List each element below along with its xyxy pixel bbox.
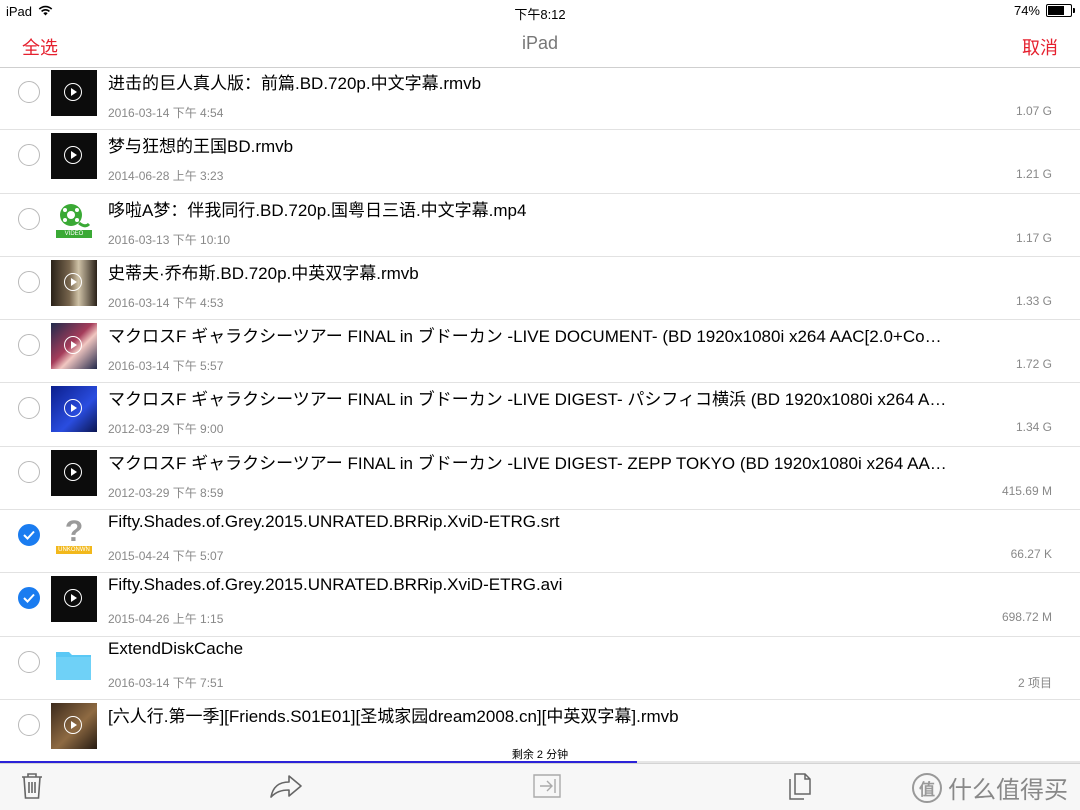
play-icon xyxy=(64,715,82,734)
checkmark-icon xyxy=(23,594,35,604)
cancel-button[interactable]: 取消 xyxy=(1022,34,1058,60)
file-size: 1.33 G xyxy=(1015,293,1052,308)
file-type-badge: UNKONWN xyxy=(58,547,90,554)
file-size: 415.69 M xyxy=(1001,483,1052,498)
file-date: 2016-03-13 下午 10:10 xyxy=(108,232,231,247)
list-item[interactable]: 进击的巨人真人版：前篇.BD.720p.中文字幕.rmvb 2016-03-14… xyxy=(0,67,1080,131)
file-date: 2016-03-14 下午 4:53 xyxy=(108,295,224,310)
move-icon[interactable] xyxy=(532,772,562,805)
list-item[interactable]: マクロスF ギャラクシーツアー FINAL in ブドーカン -LIVE DIG… xyxy=(0,447,1080,511)
file-size: 1.21 G xyxy=(1015,167,1052,182)
list-item[interactable]: 史蒂夫·乔布斯.BD.720p.中英双字幕.rmvb 2016-03-14 下午… xyxy=(0,257,1080,321)
list-item[interactable]: ? UNKONWN Fifty.Shades.of.Grey.2015.UNRAT… xyxy=(0,510,1080,574)
file-date: 2016-03-14 下午 4:54 xyxy=(108,106,224,120)
progress-text: 剩余 2 分钟 xyxy=(511,749,569,761)
play-icon xyxy=(64,146,82,165)
file-size: 2 项目 xyxy=(1017,675,1052,690)
file-date: 2015-04-26 上午 1:15 xyxy=(108,612,224,627)
file-date: 2016-03-14 下午 5:57 xyxy=(108,359,224,374)
status-time: 下午8:12 xyxy=(514,7,566,22)
watermark: 值 什么值得买 xyxy=(912,770,1068,805)
battery-icon xyxy=(1046,4,1075,17)
file-thumbnail xyxy=(51,259,97,306)
file-date: 2015-04-24 下午 5:07 xyxy=(108,549,224,564)
file-thumbnail: VIDEO xyxy=(51,197,97,243)
selection-checkbox[interactable] xyxy=(18,460,40,483)
file-size: 698.72 M xyxy=(1001,610,1052,625)
file-name: マクロスF ギャラクシーツアー FINAL in ブドーカン -LIVE DIG… xyxy=(108,390,947,410)
file-size: 1.72 G xyxy=(1015,357,1052,372)
list-item[interactable]: Fifty.Shades.of.Grey.2015.UNRATED.BRRip.… xyxy=(0,573,1080,637)
file-thumbnail xyxy=(51,449,97,496)
selection-checkbox[interactable] xyxy=(18,524,40,547)
page-title: iPad xyxy=(521,33,559,53)
selection-checkbox[interactable] xyxy=(18,81,40,103)
status-bar: iPad 下午8:12 74% xyxy=(0,0,1080,22)
file-name: 梦与狂想的王国BD.rmvb xyxy=(108,137,294,157)
selection-checkbox[interactable] xyxy=(18,270,40,293)
file-date: 2014-06-28 上午 3:23 xyxy=(108,169,224,184)
play-icon xyxy=(64,83,82,101)
file-thumbnail xyxy=(51,640,97,686)
file-type-badge: VIDEO xyxy=(64,230,84,237)
selection-checkbox[interactable] xyxy=(18,397,40,420)
watermark-text: 什么值得买 xyxy=(948,777,1068,804)
file-thumbnail: ? UNKONWN xyxy=(51,513,97,559)
file-size: 66.27 K xyxy=(1010,547,1052,562)
file-size: 1.17 G xyxy=(1015,230,1052,245)
file-date: 2016-03-14 下午 7:51 xyxy=(108,675,224,690)
trash-icon[interactable] xyxy=(20,772,44,805)
file-size: 1.07 G xyxy=(1015,104,1052,118)
list-item[interactable]: ExtendDiskCache 2016-03-14 下午 7:51 2 项目 xyxy=(0,637,1080,700)
selection-checkbox[interactable] xyxy=(18,587,40,610)
file-name: [六人行.第一季][Friends.S01E01][圣城家园dream2008.… xyxy=(108,706,679,726)
play-icon xyxy=(64,589,82,608)
file-thumbnail xyxy=(51,576,97,623)
folder-icon xyxy=(56,651,91,680)
list-item[interactable]: マクロスF ギャラクシーツアー FINAL in ブドーカン -LIVE DIG… xyxy=(0,383,1080,447)
file-thumbnail xyxy=(51,323,97,370)
list-item[interactable]: マクロスF ギャラクシーツアー FINAL in ブドーカン -LIVE DOC… xyxy=(0,320,1080,384)
file-name: ExtendDiskCache xyxy=(108,638,244,658)
list-item[interactable]: VIDEO 哆啦A梦：伴我同行.BD.720p.国粤日三语.中文字幕.mp4 2… xyxy=(0,194,1080,257)
file-name: Fifty.Shades.of.Grey.2015.UNRATED.BRRip.… xyxy=(108,575,563,595)
battery-fill xyxy=(1048,6,1065,15)
svg-text:?: ? xyxy=(65,515,83,548)
navigation-bar: 全选 iPad 取消 xyxy=(0,22,1080,68)
file-size: 1.34 G xyxy=(1015,420,1052,435)
battery-percent: 74% xyxy=(1013,3,1040,18)
file-list: 进击的巨人真人版：前篇.BD.720p.中文字幕.rmvb 2016-03-14… xyxy=(0,67,1080,764)
file-name: 哆啦A梦：伴我同行.BD.720p.国粤日三语.中文字幕.mp4 xyxy=(108,200,527,220)
selection-checkbox[interactable] xyxy=(18,207,40,230)
file-name: 史蒂夫·乔布斯.BD.720p.中英双字幕.rmvb xyxy=(108,263,419,283)
selection-checkbox[interactable] xyxy=(18,713,40,736)
play-icon xyxy=(64,399,82,418)
selection-checkbox[interactable] xyxy=(18,144,40,167)
play-icon xyxy=(64,462,82,481)
checkmark-icon xyxy=(23,530,35,541)
share-icon[interactable] xyxy=(268,772,304,805)
file-name: マクロスF ギャラクシーツアー FINAL in ブドーカン -LIVE DOC… xyxy=(108,327,942,347)
file-thumbnail xyxy=(51,386,97,433)
bottom-toolbar: 值 什么值得买 xyxy=(0,763,1080,810)
copy-icon[interactable] xyxy=(787,772,813,805)
selection-checkbox[interactable] xyxy=(18,650,40,673)
play-icon xyxy=(64,336,82,355)
file-name: Fifty.Shades.of.Grey.2015.UNRATED.BRRip.… xyxy=(108,512,560,532)
selection-checkbox[interactable] xyxy=(18,334,40,357)
watermark-logo: 值 xyxy=(912,772,942,803)
file-name: 进击的巨人真人版：前篇.BD.720p.中文字幕.rmvb xyxy=(108,74,482,93)
file-date: 2012-03-29 下午 9:00 xyxy=(108,422,224,437)
file-name: マクロスF ギャラクシーツアー FINAL in ブドーカン -LIVE DIG… xyxy=(108,453,947,473)
file-thumbnail xyxy=(51,702,97,749)
play-icon xyxy=(64,272,82,291)
status-right: 74% xyxy=(1013,3,1075,18)
file-thumbnail xyxy=(51,133,97,180)
file-thumbnail xyxy=(51,70,97,116)
list-item[interactable]: 梦与狂想的王国BD.rmvb 2014-06-28 上午 3:23 1.21 G xyxy=(0,130,1080,194)
file-date: 2012-03-29 下午 8:59 xyxy=(108,485,224,500)
